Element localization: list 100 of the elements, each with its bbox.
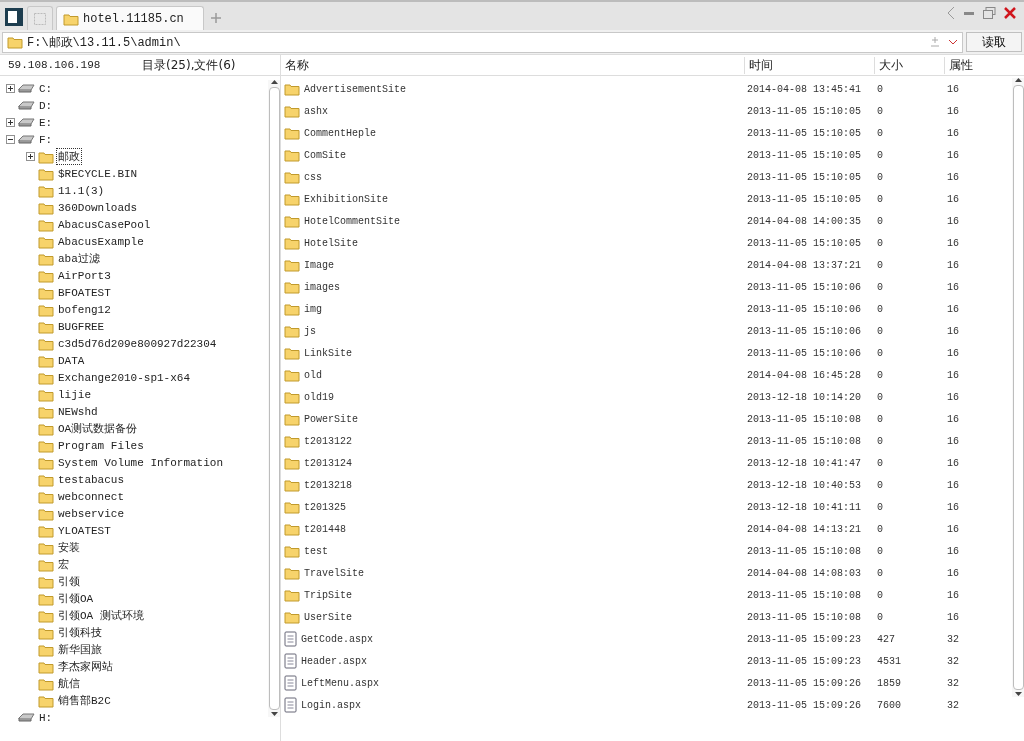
scrollbar[interactable] (1012, 78, 1024, 697)
tree-item[interactable]: aba过滤 (57, 251, 101, 266)
document-icon (284, 675, 297, 691)
drive-icon (18, 134, 35, 145)
name-cell[interactable]: HotelSite (281, 236, 744, 250)
name-cell[interactable]: ComSite (281, 148, 744, 162)
name-cell[interactable]: HotelCommentSite (281, 214, 744, 228)
tree-item[interactable]: 销售部B2C (57, 693, 112, 708)
attribute-cell-text: 16 (946, 413, 960, 425)
size-cell-text: 0 (876, 193, 884, 205)
tree-item[interactable]: testabacus (57, 473, 125, 486)
name-cell[interactable]: Image (281, 258, 744, 272)
name-cell[interactable]: t201448 (281, 522, 744, 536)
close-icon[interactable] (1004, 7, 1016, 19)
dropdown-icon[interactable] (948, 39, 958, 45)
tree-item[interactable]: 360Downloads (57, 201, 139, 214)
collapse-icon[interactable] (6, 135, 15, 144)
tree-item[interactable]: 引领OA 测试环境 (57, 608, 145, 623)
name-cell[interactable]: old19 (281, 390, 744, 404)
tree-item[interactable]: DATA (57, 354, 86, 367)
tree-item[interactable]: 11.1(3) (57, 184, 106, 197)
tree-item[interactable]: Exchange2010-sp1-x64 (57, 371, 192, 384)
tree-item[interactable]: bofeng12 (57, 303, 112, 316)
tree-item[interactable]: 航信 (57, 676, 81, 691)
tree-item[interactable]: lijie (57, 388, 92, 401)
expand-icon[interactable] (26, 152, 35, 161)
folder-icon (38, 302, 54, 317)
name-cell[interactable]: Header.aspx (281, 653, 744, 669)
expand-icon[interactable] (6, 84, 15, 93)
name-cell[interactable]: ExhibitionSite (281, 192, 744, 206)
size-cell-text: 0 (876, 479, 884, 491)
tree-item[interactable]: c3d5d76d209e800927d22304 (57, 337, 218, 350)
column-header[interactable]: 时间 (744, 56, 874, 74)
tree-item[interactable]: C: (38, 82, 54, 95)
tree-item[interactable]: OA测试数据备份 (57, 421, 139, 436)
column-header[interactable]: 大小 (874, 56, 944, 74)
scroll-up-icon[interactable] (270, 80, 278, 85)
read-button[interactable]: 读取 (966, 32, 1022, 52)
name-cell[interactable]: CommentHeple (281, 126, 744, 140)
column-header[interactable]: 属性 (944, 56, 1024, 74)
name-cell[interactable]: t2013124 (281, 456, 744, 470)
name-cell[interactable]: LeftMenu.aspx (281, 675, 744, 691)
tree-item[interactable]: AbacusExample (57, 235, 145, 248)
tree-item[interactable]: E: (38, 116, 54, 129)
folder-icon (284, 368, 300, 382)
scroll-up-icon[interactable] (1014, 78, 1022, 83)
scrollbar[interactable] (268, 80, 280, 717)
name-cell[interactable]: TravelSite (281, 566, 744, 580)
name-cell[interactable]: images (281, 280, 744, 294)
name-cell[interactable]: PowerSite (281, 412, 744, 426)
restore-icon[interactable] (983, 7, 996, 19)
name-cell[interactable]: AdvertisementSite (281, 82, 744, 96)
column-header[interactable]: 名称 (281, 56, 744, 74)
tree-item[interactable]: BUGFREE (57, 320, 106, 333)
tree-item[interactable]: System Volume Information (57, 456, 225, 469)
tree-item[interactable]: F: (38, 133, 54, 146)
name-cell[interactable]: TripSite (281, 588, 744, 602)
tree-item[interactable]: 引领 (57, 574, 81, 589)
time-cell-text: 2013-11-05 15:10:05 (746, 237, 863, 249)
expand-icon[interactable] (6, 118, 15, 127)
panel-icon[interactable] (4, 7, 24, 27)
name-cell[interactable]: LinkSite (281, 346, 744, 360)
name-cell[interactable]: img (281, 302, 744, 316)
scroll-down-icon[interactable] (270, 712, 278, 717)
name-cell[interactable]: css (281, 170, 744, 184)
tree-item[interactable]: 邮政 (57, 149, 81, 164)
tree-item[interactable]: D: (38, 99, 54, 112)
tree-item[interactable]: $RECYCLE.BIN (57, 167, 139, 180)
size-cell-text: 0 (876, 369, 884, 381)
tree-item[interactable]: YLOATEST (57, 524, 112, 537)
tree-item[interactable]: 新华国旅 (57, 642, 103, 657)
scroll-down-icon[interactable] (1014, 692, 1022, 697)
tree-item[interactable]: Program Files (57, 439, 145, 452)
name-cell[interactable]: Login.aspx (281, 697, 744, 713)
name-cell[interactable]: t201325 (281, 500, 744, 514)
tree-item[interactable]: 引领科技 (57, 625, 103, 640)
browser-tab[interactable]: hotel.11185.cn (56, 6, 204, 30)
tree-item[interactable]: NEWshd (57, 405, 99, 418)
tree-item[interactable]: 安装 (57, 540, 81, 555)
tree-item[interactable]: AirPort3 (57, 269, 112, 282)
folder-icon (38, 676, 54, 691)
path-field[interactable]: F:\邮政\13.11.5\admin\ (2, 31, 963, 53)
tree-item[interactable]: webservice (57, 507, 125, 520)
tree-item[interactable]: BFOATEST (57, 286, 112, 299)
name-cell[interactable]: test (281, 544, 744, 558)
tree-item[interactable]: AbacusCasePool (57, 218, 152, 231)
tree-item[interactable]: 宏 (57, 557, 70, 572)
name-cell[interactable]: t2013122 (281, 434, 744, 448)
name-cell[interactable]: ashx (281, 104, 744, 118)
attribute-cell-text: 16 (946, 149, 960, 161)
tree-item[interactable]: webconnect (57, 490, 125, 503)
name-cell[interactable]: GetCode.aspx (281, 631, 744, 647)
name-cell[interactable]: t2013218 (281, 478, 744, 492)
name-cell[interactable]: old (281, 368, 744, 382)
drive-icon (18, 83, 35, 94)
name-cell[interactable]: UserSite (281, 610, 744, 624)
tree-item[interactable]: H: (38, 711, 54, 724)
tree-item[interactable]: 李杰家网站 (57, 659, 114, 674)
name-cell[interactable]: js (281, 324, 744, 338)
tree-item[interactable]: 引领OA (57, 591, 95, 606)
